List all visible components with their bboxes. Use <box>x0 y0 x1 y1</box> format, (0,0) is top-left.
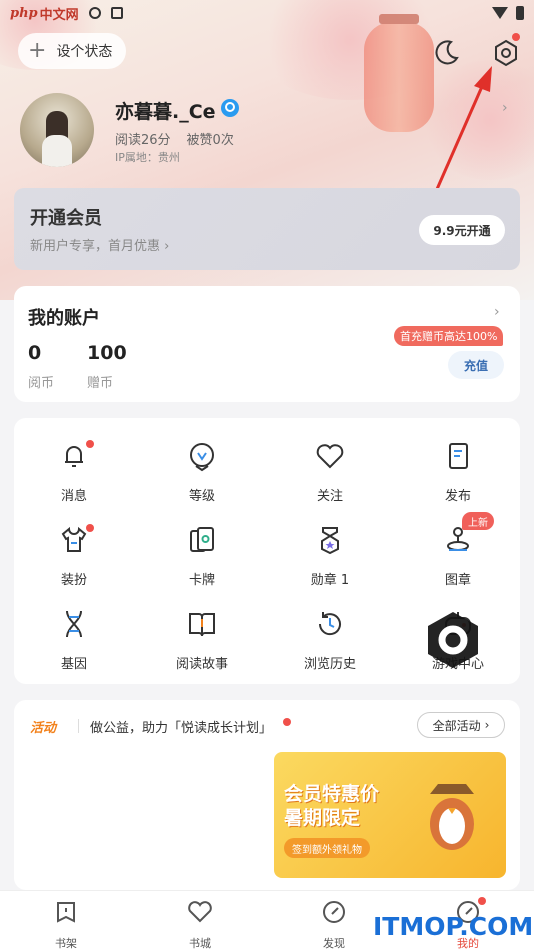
gift-coin-value[interactable]: 100 <box>87 342 127 364</box>
settings-badge <box>512 33 520 41</box>
all-activities-button[interactable]: 全部活动 › <box>417 712 505 738</box>
penguin-mascot-icon <box>430 784 474 850</box>
chevron-right-icon: › <box>484 718 490 732</box>
grid-item-history[interactable]: 浏览历史 <box>270 608 390 672</box>
activity-card: 活动 做公益，助力「悦读成长计划」 全部活动 › 会员特惠价 暑期限定 签到额外… <box>14 700 520 890</box>
nav-label: 书架 <box>55 937 77 950</box>
activity-badge <box>283 718 291 726</box>
bookstore-icon <box>188 901 212 923</box>
banner-title: 会员特惠价 暑期限定 <box>284 783 380 829</box>
grid-label: 卡牌 <box>188 573 215 588</box>
grid-label: 图章 <box>444 573 471 588</box>
all-activities-label: 全部活动 <box>432 718 481 733</box>
app-icon <box>110 7 123 19</box>
new-badge: 上新 <box>462 512 494 530</box>
grid-item-level[interactable]: 等级 <box>142 440 262 504</box>
banner-subtitle: 签到额外领礼物 <box>284 838 370 858</box>
activity-text[interactable]: 做公益，助力「悦读成长计划」 <box>90 717 272 736</box>
grid-item-dressup[interactable]: 装扮 <box>14 524 134 588</box>
open-membership-button[interactable]: 9.9元开通 <box>419 215 505 245</box>
read-coin-value[interactable]: 0 <box>28 342 41 364</box>
grid-label: 关注 <box>316 489 343 504</box>
heart-icon <box>316 444 344 469</box>
grid-item-messages[interactable]: 消息 <box>14 440 134 504</box>
profile-stats: 阅读26分 被赞0次 <box>115 129 234 148</box>
grid-item-stamps[interactable]: 图章 <box>398 524 518 588</box>
site-watermark: ITMOP.COM <box>373 912 534 941</box>
gift-coin-label: 赠币 <box>87 376 114 391</box>
grid-label: 勋章 1 <box>310 573 350 588</box>
nav-discover[interactable]: 发现 <box>294 899 374 950</box>
read-stat: 阅读26分 <box>115 133 171 148</box>
grid-label: 浏览历史 <box>303 657 356 672</box>
like-stat: 被赞0次 <box>186 133 234 148</box>
grid-item-reading-story[interactable]: 阅读故事 <box>142 608 262 672</box>
level-icon <box>190 443 214 472</box>
set-status-label: 设个状态 <box>56 44 113 60</box>
wifi-icon <box>492 7 508 19</box>
dna-icon <box>66 610 82 638</box>
grid-item-cards[interactable]: 卡牌 <box>142 524 262 588</box>
grid-item-gene[interactable]: 基因 <box>14 608 134 672</box>
avatar[interactable] <box>20 93 94 167</box>
status-bar: php 中文网 <box>0 0 534 26</box>
nav-bookshelf[interactable]: 书架 <box>26 899 106 950</box>
dressup-badge <box>86 524 94 532</box>
grid-label: 等级 <box>188 489 215 504</box>
read-coin-label: 阅币 <box>28 376 55 391</box>
ip-location: IP属地：贵州 <box>115 151 180 164</box>
cards-icon <box>190 527 214 552</box>
nav-label: 发现 <box>323 937 345 950</box>
grid-item-follow[interactable]: 关注 <box>270 440 390 504</box>
profile-chevron-icon[interactable]: › <box>502 100 508 116</box>
book-icon <box>189 613 215 637</box>
activity-tag: 活动 <box>30 721 57 736</box>
username[interactable]: 亦暮暮._Ce <box>115 97 216 124</box>
discover-icon <box>323 901 345 923</box>
set-status-button[interactable]: + 设个状态 <box>18 33 127 69</box>
activity-divider <box>78 719 79 733</box>
grid-label: 消息 <box>60 489 87 504</box>
account-card: 我的账户 › 0 阅币 100 赠币 首充赠币高达100% 充值 <box>14 286 520 402</box>
notification-icon <box>88 7 101 19</box>
messages-badge <box>86 440 94 448</box>
site-logo: 中文网 <box>39 7 79 23</box>
battery-icon <box>516 6 524 20</box>
medal-icon <box>321 527 339 555</box>
bookshelf-icon <box>57 902 75 923</box>
nav-bookstore[interactable]: 书城 <box>160 899 240 950</box>
grid-item-publish[interactable]: 发布 <box>398 440 518 504</box>
grid-item-medals[interactable]: 勋章 1 <box>270 524 390 588</box>
membership-card[interactable]: 开通会员 新用户专享，首月优惠 › 9.9元开通 <box>14 188 520 270</box>
settings-hex-overlay-icon <box>428 612 478 668</box>
plus-icon: + <box>28 38 47 63</box>
nav-label: 书城 <box>189 937 211 950</box>
account-chevron-icon[interactable]: › <box>494 304 500 320</box>
profile-nav-badge <box>478 897 486 905</box>
php-logo: php <box>10 5 38 21</box>
membership-title: 开通会员 <box>30 208 102 229</box>
history-icon <box>318 612 341 636</box>
verified-badge-icon <box>221 99 239 117</box>
membership-subtitle: 新用户专享，首月优惠 › <box>30 239 170 254</box>
grid-label: 装扮 <box>60 573 87 588</box>
grid-label: 基因 <box>60 657 87 672</box>
account-title[interactable]: 我的账户 <box>28 304 100 330</box>
recharge-button[interactable]: 充值 <box>448 351 504 379</box>
grid-label: 发布 <box>444 489 471 504</box>
recharge-promo-badge: 首充赠币高达100% <box>394 326 504 346</box>
promo-banner[interactable]: 会员特惠价 暑期限定 签到额外领礼物 <box>274 752 506 878</box>
publish-icon <box>449 443 468 469</box>
grid-label: 阅读故事 <box>175 657 228 672</box>
